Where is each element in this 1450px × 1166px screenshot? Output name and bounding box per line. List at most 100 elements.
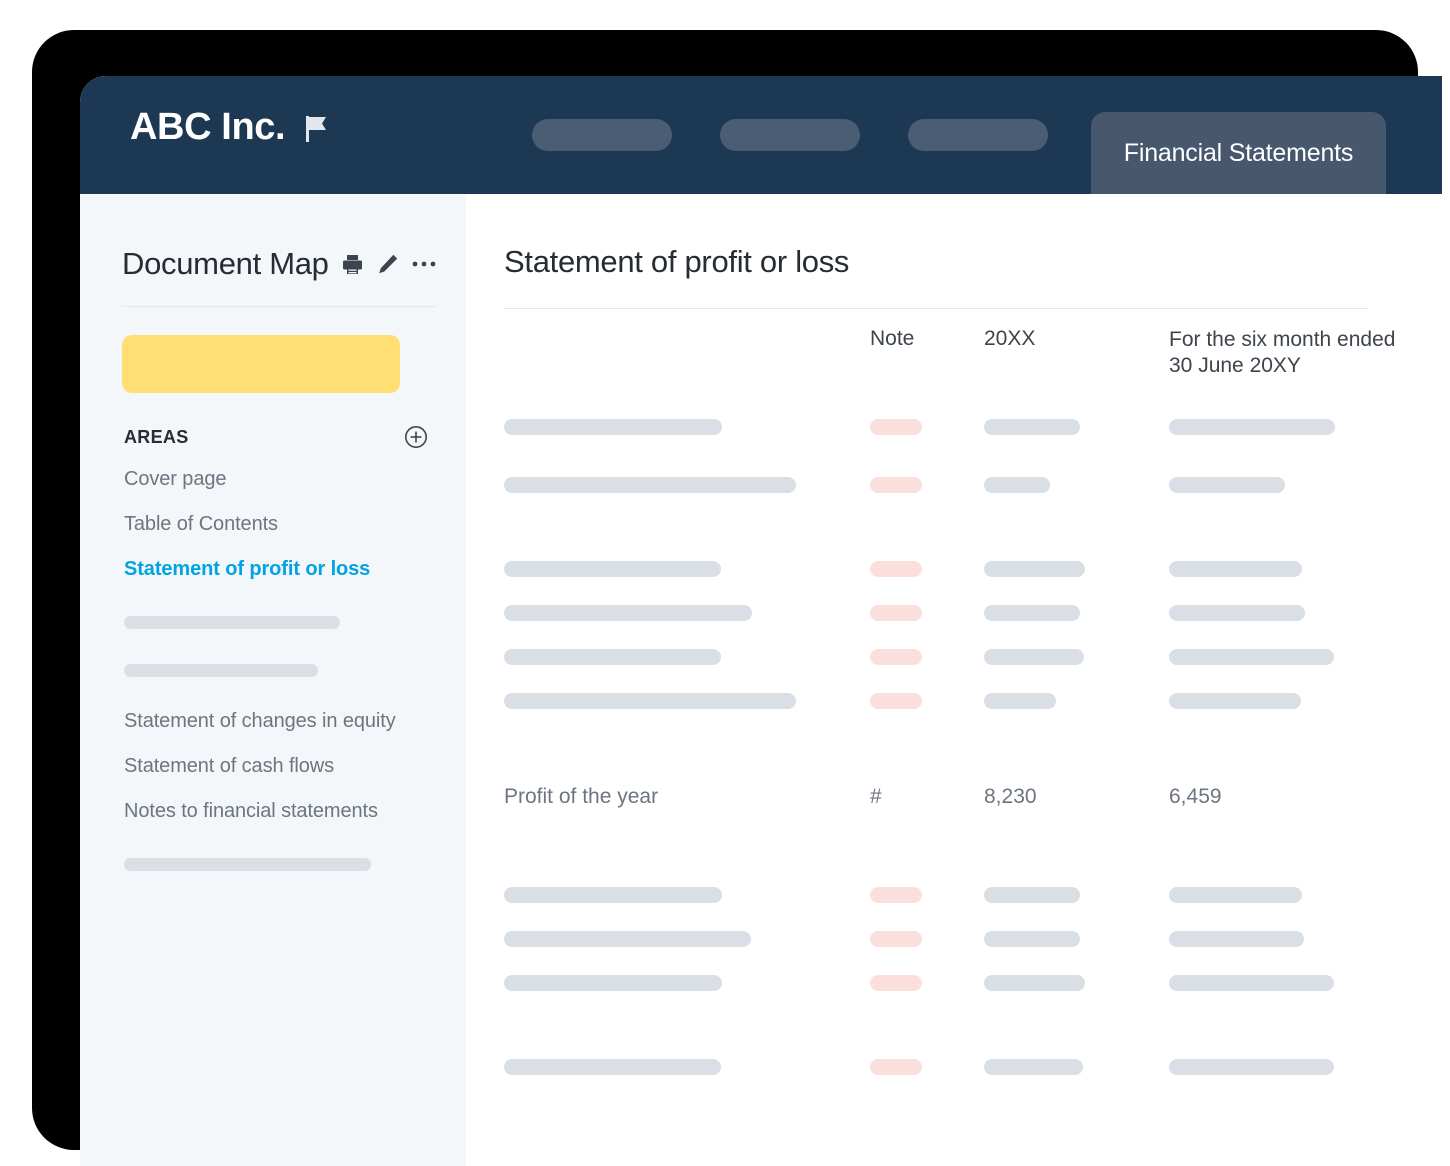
sidebar-item-list: Cover page Table of Contents Statement o… [80,457,466,871]
content-divider [504,308,1368,309]
row-gap [504,737,1442,785]
flag-icon [305,116,329,142]
cell-period-y-skeleton [1169,477,1285,493]
app-screen: ABC Inc. Financial Statements Document M… [80,76,1442,1166]
row-gap [504,521,1442,561]
sidebar-item-statement-of-changes-in-equity[interactable]: Statement of changes in equity [124,699,466,744]
cell-note-skeleton [870,605,922,621]
cell-period-x-skeleton [984,1059,1083,1075]
table-row[interactable] [504,887,1442,931]
sidebar-item-placeholder-1[interactable] [124,616,340,629]
table-row[interactable] [504,931,1442,975]
nav-tab-placeholder-2[interactable] [720,119,860,151]
pencil-icon[interactable] [376,253,399,276]
cell-note-skeleton [870,649,922,665]
app-body: Document Map AREAS Cover page Table of C… [80,194,1442,1166]
cell-period-x-skeleton [984,419,1080,435]
sidebar-item-placeholder-3[interactable] [124,858,371,871]
cell-period-x-skeleton [984,931,1080,947]
cell-description-skeleton [504,649,721,665]
company-name: ABC Inc. [130,106,286,148]
cell-description-skeleton [504,931,751,947]
ellipsis-icon[interactable] [411,259,437,269]
row-gap [504,839,1442,887]
top-navigation-bar: ABC Inc. Financial Statements [80,76,1442,194]
nav-tabs [532,76,1048,194]
document-map-header: Document Map [80,194,466,282]
column-header-note: Note [870,327,915,350]
cell-note-profit-of-the-year: # [870,785,882,808]
tab-financial-statements-label: Financial Statements [1123,138,1354,167]
cell-period-x-profit-of-the-year: 8,230 [984,785,1037,808]
cell-period-y-skeleton [1169,561,1302,577]
cell-description-skeleton [504,1059,721,1075]
page-title: Statement of profit or loss [504,244,850,279]
cell-note-skeleton [870,477,922,493]
cell-note-skeleton [870,693,922,709]
areas-section-header: AREAS [124,425,428,449]
nav-tab-placeholder-1[interactable] [532,119,672,151]
cell-description-skeleton [504,605,752,621]
sidebar-divider [122,306,436,307]
cell-period-y-skeleton [1169,693,1301,709]
cell-description-skeleton [504,693,796,709]
table-row[interactable] [504,1059,1442,1103]
sidebar-item-table-of-contents[interactable]: Table of Contents [124,502,466,547]
table-row[interactable] [504,693,1442,737]
cell-period-x-skeleton [984,887,1080,903]
table-row[interactable] [504,605,1442,649]
sidebar-item-cover-page[interactable]: Cover page [124,457,466,502]
row-gap [504,1019,1442,1059]
table-row[interactable] [504,561,1442,605]
cell-period-x-skeleton [984,561,1085,577]
column-header-period-y: For the six month ended 30 June 20XY [1169,328,1396,377]
document-map-title: Document Map [122,246,329,281]
cell-period-y-skeleton [1169,649,1334,665]
cell-period-y-skeleton [1169,605,1305,621]
sidebar-item-notes-to-financial-statements[interactable]: Notes to financial statements [124,789,466,834]
cell-period-x-skeleton [984,693,1056,709]
table-row[interactable] [504,477,1442,521]
areas-label: AREAS [124,426,189,447]
cell-note-skeleton [870,1059,922,1075]
sidebar-item-statement-of-profit-or-loss[interactable]: Statement of profit or loss [124,547,466,592]
table-row[interactable] [504,975,1442,1019]
cell-period-y-skeleton [1169,931,1304,947]
table-row-profit-of-the-year[interactable]: Profit of the year # 8,230 6,459 [504,785,1442,839]
cell-description-skeleton [504,477,796,493]
cell-period-y-skeleton [1169,419,1335,435]
cell-period-y-skeleton [1169,1059,1334,1075]
tab-financial-statements[interactable]: Financial Statements [1091,112,1386,194]
cell-description-skeleton [504,561,721,577]
nav-tab-placeholder-3[interactable] [908,119,1048,151]
sidebar-item-statement-of-cash-flows[interactable]: Statement of cash flows [124,744,466,789]
cell-note-skeleton [870,931,922,947]
sidebar-item-placeholder-2[interactable] [124,664,318,677]
device-frame: ABC Inc. Financial Statements Document M… [32,30,1442,1166]
statement-table-body: Profit of the year # 8,230 6,459 [504,419,1442,1103]
cell-description-skeleton [504,975,722,991]
cell-note-skeleton [870,887,922,903]
cell-note-skeleton [870,561,922,577]
main-content: Statement of profit or loss Note 20XX Fo… [466,194,1442,1166]
cell-description-skeleton [504,887,722,903]
table-row[interactable] [504,649,1442,693]
cell-note-skeleton [870,975,922,991]
table-row[interactable] [504,419,1442,463]
column-header-period-x: 20XX [984,327,1036,350]
brand: ABC Inc. [130,108,329,146]
plus-circle-icon[interactable] [404,425,428,449]
cell-description-profit-of-the-year: Profit of the year [504,785,659,808]
highlighted-item[interactable] [122,335,400,393]
cell-period-x-skeleton [984,477,1050,493]
table-column-headers: Note 20XX For the six month ended 30 Jun… [504,327,1442,419]
cell-note-skeleton [870,419,922,435]
printer-icon[interactable] [341,253,364,276]
cell-description-skeleton [504,419,722,435]
sidebar-document-map: Document Map AREAS Cover page Table of C… [80,194,466,1166]
cell-period-y-skeleton [1169,975,1334,991]
cell-period-y-skeleton [1169,887,1302,903]
cell-period-x-skeleton [984,605,1080,621]
cell-period-x-skeleton [984,649,1084,665]
cell-period-x-skeleton [984,975,1085,991]
